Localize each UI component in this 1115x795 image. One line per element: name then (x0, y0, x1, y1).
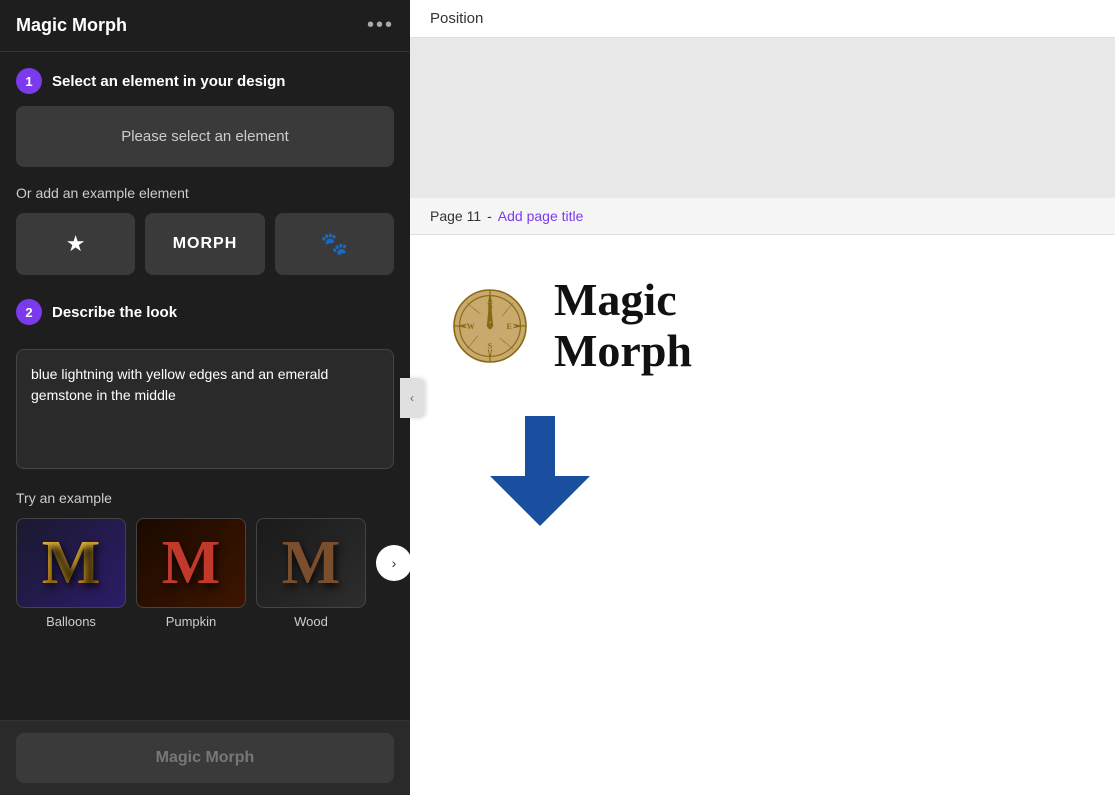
page-info-bar: Page 11 - Add page title (410, 198, 1115, 235)
svg-text:W: W (467, 322, 475, 331)
left-panel: Magic Morph ••• 1 Select an element in y… (0, 0, 410, 795)
step2-label: Describe the look (52, 304, 177, 321)
star-element-button[interactable]: ★ (16, 213, 135, 275)
paw-symbol: 🐾 (321, 231, 348, 257)
wood-letter: M (282, 528, 341, 599)
example-thumbnails: M Balloons M Pumpkin M Wood › (16, 518, 394, 629)
down-arrow-icon (490, 416, 590, 531)
step1-row: 1 Select an element in your design (16, 68, 394, 94)
star-symbol: ★ (66, 231, 86, 257)
magic-morph-button[interactable]: Magic Morph (16, 733, 394, 783)
balloons-label: Balloons (46, 614, 96, 629)
step1-label: Select an element in your design (52, 73, 285, 90)
example-balloons[interactable]: M Balloons (16, 518, 126, 629)
page-separator: - (487, 208, 492, 224)
more-options-button[interactable]: ••• (367, 14, 394, 37)
step2-row: 2 Describe the look (16, 299, 394, 325)
canvas-content-row: N S E W Magic Morph (450, 275, 692, 376)
panel-title: Magic Morph (16, 15, 127, 36)
svg-text:S: S (488, 341, 493, 350)
top-gray-strip (410, 38, 1115, 198)
wood-thumbnail[interactable]: M (256, 518, 366, 608)
page-number: Page 11 (430, 208, 481, 224)
panel-header: Magic Morph ••• (0, 0, 410, 52)
morph-text-label: MORPH (173, 235, 238, 253)
pumpkin-letter: M (162, 528, 221, 599)
panel-content: 1 Select an element in your design Pleas… (0, 52, 410, 720)
main-title-line1: Magic (554, 275, 692, 326)
collapse-panel-handle[interactable]: ‹ (400, 378, 424, 418)
describe-textarea[interactable] (16, 349, 394, 469)
right-panel: Position Page 11 - Add page title (410, 0, 1115, 795)
wood-label: Wood (294, 614, 328, 629)
step2-section: 2 Describe the look (16, 299, 394, 474)
next-examples-button[interactable]: › (376, 545, 410, 581)
main-title-line2: Morph (554, 326, 692, 377)
step1-badge: 1 (16, 68, 42, 94)
example-elements-row: ★ MORPH 🐾 (16, 213, 394, 275)
canvas-area: Page 11 - Add page title (410, 38, 1115, 795)
or-add-label: Or add an example element (16, 185, 394, 201)
step2-badge: 2 (16, 299, 42, 325)
canvas-white: N S E W Magic Morph (410, 235, 1115, 795)
try-example-label: Try an example (16, 490, 394, 506)
position-tab[interactable]: Position (430, 10, 483, 27)
panel-footer: Magic Morph (0, 720, 410, 795)
example-pumpkin[interactable]: M Pumpkin (136, 518, 246, 629)
select-element-button[interactable]: Please select an element (16, 106, 394, 167)
pumpkin-label: Pumpkin (166, 614, 217, 629)
add-page-title-link[interactable]: Add page title (498, 208, 584, 224)
balloons-thumbnail[interactable]: M (16, 518, 126, 608)
pumpkin-thumbnail[interactable]: M (136, 518, 246, 608)
compass-icon: N S E W (450, 286, 530, 366)
svg-text:E: E (507, 322, 512, 331)
main-title: Magic Morph (554, 275, 692, 376)
example-wood[interactable]: M Wood (256, 518, 366, 629)
right-header: Position (410, 0, 1115, 38)
paw-element-button[interactable]: 🐾 (275, 213, 394, 275)
balloons-letter: M (42, 528, 101, 599)
chevron-left-icon: ‹ (410, 391, 414, 405)
svg-text:N: N (487, 301, 493, 310)
morph-text-element-button[interactable]: MORPH (145, 213, 264, 275)
